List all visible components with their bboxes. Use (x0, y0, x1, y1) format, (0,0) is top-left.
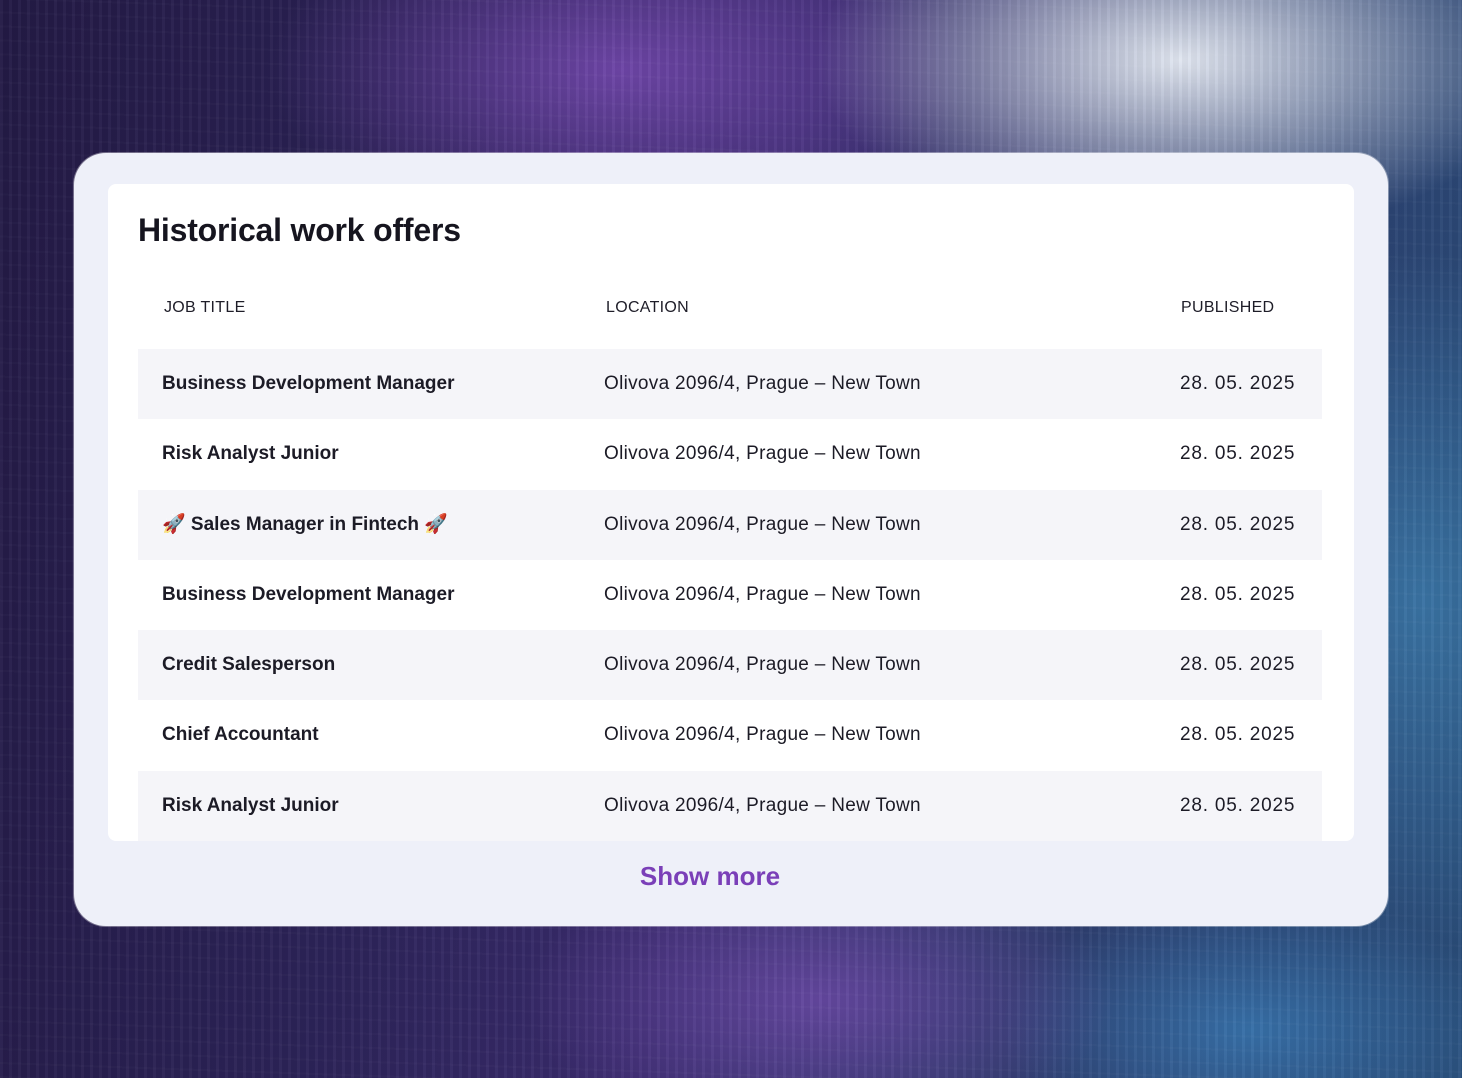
offers-card: Historical work offers JOB TITLE LOCATIO… (74, 153, 1388, 926)
published-date-cell: 28. 05. 2025 (1180, 724, 1296, 746)
job-title-cell[interactable]: Risk Analyst Junior (162, 419, 339, 489)
published-date-cell: 28. 05. 2025 (1180, 654, 1296, 676)
published-date-cell: 28. 05. 2025 (1180, 373, 1296, 394)
column-header-published: PUBLISHED (1181, 299, 1275, 316)
job-title-cell[interactable]: Business Development Manager (162, 560, 454, 630)
table-row[interactable]: Risk Analyst Junior Olivova 2096/4, Prag… (138, 770, 1322, 841)
job-title-cell[interactable]: Chief Accountant (162, 700, 319, 770)
show-more-button[interactable]: Show more (74, 861, 1346, 892)
table-body: Business Development Manager Olivova 209… (138, 349, 1322, 841)
job-title-cell[interactable]: Risk Analyst Junior (162, 771, 339, 841)
location-cell: Olivova 2096/4, Prague – New Town (604, 794, 921, 816)
table-row[interactable]: Risk Analyst Junior Olivova 2096/4, Prag… (138, 419, 1322, 489)
table-row[interactable]: Chief Accountant Olivova 2096/4, Prague … (138, 700, 1322, 770)
offers-panel: Historical work offers JOB TITLE LOCATIO… (108, 184, 1354, 841)
table-header: JOB TITLE LOCATION PUBLISHED (138, 299, 1322, 321)
job-title-cell[interactable]: Business Development Manager (162, 349, 454, 419)
column-header-job-title: JOB TITLE (164, 299, 246, 316)
published-date-cell: 28. 05. 2025 (1180, 583, 1296, 605)
published-date-cell: 28. 05. 2025 (1180, 513, 1296, 535)
location-cell: Olivova 2096/4, Prague – New Town (604, 373, 921, 394)
job-title-cell[interactable]: 🚀 Sales Manager in Fintech 🚀 (162, 490, 448, 560)
location-cell: Olivova 2096/4, Prague – New Town (604, 724, 921, 746)
table-row[interactable]: Credit Salesperson Olivova 2096/4, Pragu… (138, 630, 1322, 701)
table-row[interactable]: Business Development Manager Olivova 209… (138, 560, 1322, 630)
table-row[interactable]: 🚀 Sales Manager in Fintech 🚀 Olivova 209… (138, 489, 1322, 560)
page-title: Historical work offers (138, 212, 461, 248)
published-date-cell: 28. 05. 2025 (1180, 443, 1296, 465)
column-header-location: LOCATION (606, 299, 690, 316)
table-row[interactable]: Business Development Manager Olivova 209… (138, 349, 1322, 420)
location-cell: Olivova 2096/4, Prague – New Town (604, 513, 921, 535)
location-cell: Olivova 2096/4, Prague – New Town (604, 583, 921, 605)
location-cell: Olivova 2096/4, Prague – New Town (604, 443, 921, 465)
location-cell: Olivova 2096/4, Prague – New Town (604, 654, 921, 676)
published-date-cell: 28. 05. 2025 (1180, 794, 1296, 816)
job-title-cell[interactable]: Credit Salesperson (162, 630, 335, 700)
